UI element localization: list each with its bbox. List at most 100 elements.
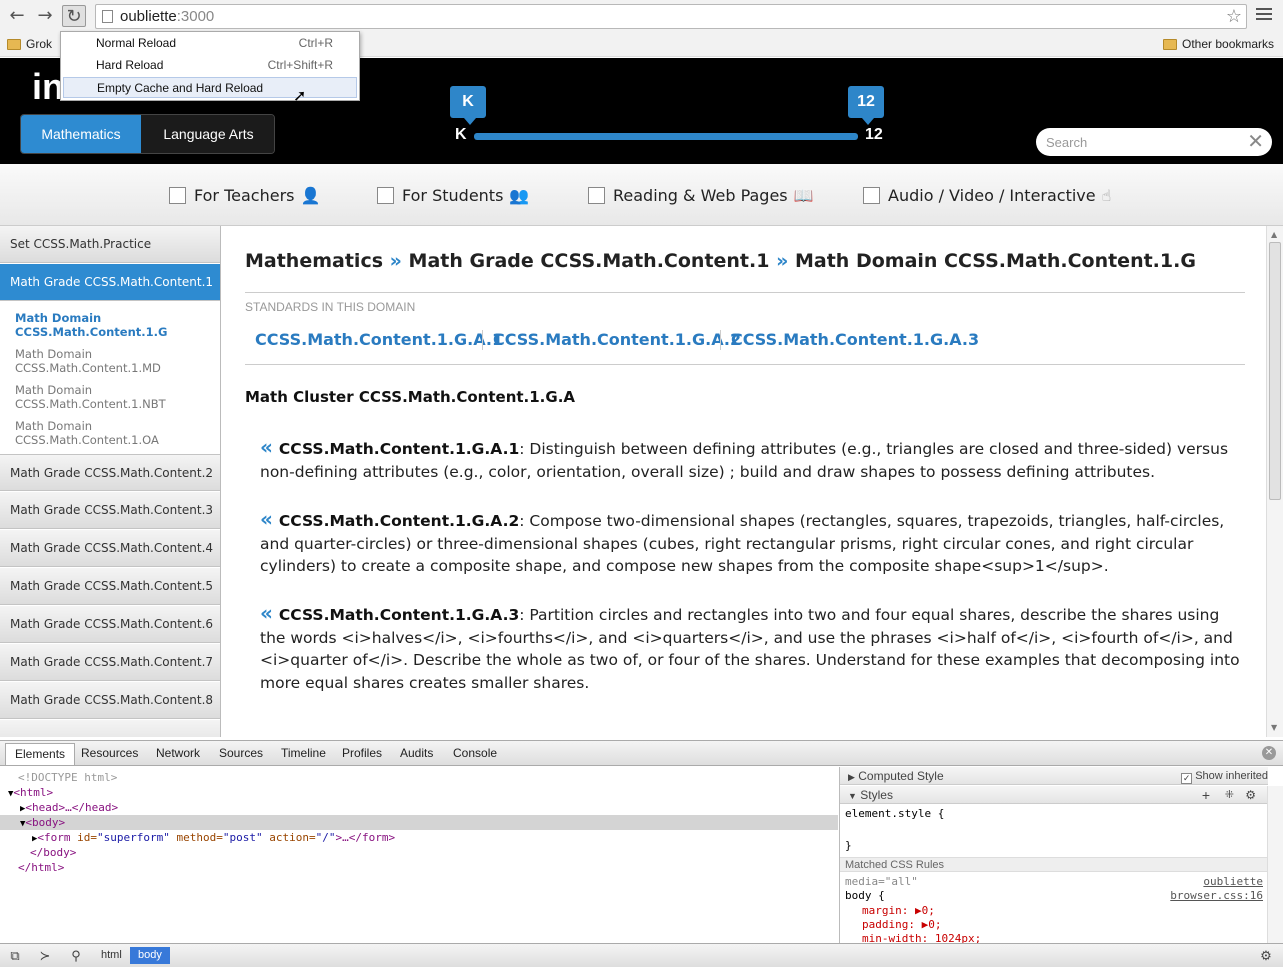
sidebar-item-grade-1[interactable]: Math Grade CCSS.Math.Content.1 xyxy=(0,264,220,301)
chrome-menu-icon[interactable] xyxy=(1256,8,1272,22)
body-rule-selector[interactable]: body { xyxy=(845,889,885,902)
tab-console[interactable]: Console xyxy=(453,746,497,760)
dom-form[interactable]: ▶<form id="superform" method="post" acti… xyxy=(0,830,838,845)
address-bar[interactable]: oubliette:3000 ☆ xyxy=(95,4,1247,29)
matched-rules-header: Matched CSS Rules xyxy=(840,857,1268,872)
breadcrumb-mathematics[interactable]: Mathematics xyxy=(245,250,383,272)
menu-empty-cache-reload[interactable]: Empty Cache and Hard Reload xyxy=(63,77,357,98)
filter-students[interactable]: For Students 👥 xyxy=(377,186,529,206)
folder-icon xyxy=(7,39,21,51)
standard-block-2: «CCSS.Math.Content.1.G.A.2: Compose two-… xyxy=(260,508,1245,578)
grade-min-handle[interactable]: K xyxy=(450,86,486,125)
dock-icon[interactable]: ⧉ xyxy=(6,947,24,964)
scroll-up-icon[interactable]: ▲ xyxy=(1271,230,1277,239)
sidebar-item-more[interactable] xyxy=(0,720,220,737)
breadcrumb-grade[interactable]: Math Grade CCSS.Math.Content.1 xyxy=(409,250,770,272)
checkbox[interactable] xyxy=(377,187,394,204)
breadcrumb-html[interactable]: html xyxy=(93,947,130,964)
gear-icon[interactable]: ⚙ xyxy=(1245,786,1256,804)
menu-hard-reload[interactable]: Hard Reload Ctrl+Shift+R xyxy=(63,55,357,76)
standard-block-1: «CCSS.Math.Content.1.G.A.1: Distinguish … xyxy=(260,436,1245,483)
standard-link-2[interactable]: CCSS.Math.Content.1.G.A.2 xyxy=(493,330,741,349)
sidebar-domain-nbt[interactable]: Math Domain CCSS.Math.Content.1.NBT xyxy=(15,383,166,411)
css-prop-margin[interactable]: margin: ▶0; xyxy=(862,904,935,917)
css-prop-min-width[interactable]: min-width: 1024px; xyxy=(862,932,981,943)
dom-doctype[interactable]: <!DOCTYPE html> xyxy=(0,770,838,785)
styles-header[interactable]: ▼ Styles + ⁜ ⚙ xyxy=(840,786,1268,804)
tab-mathematics[interactable]: Mathematics xyxy=(21,115,141,153)
grade-max-handle[interactable]: 12 xyxy=(848,86,884,125)
element-state-icon[interactable]: ⁜ xyxy=(1225,786,1234,804)
bookmark-other[interactable]: Other bookmarks xyxy=(1163,37,1274,51)
breadcrumb-body[interactable]: body xyxy=(130,947,170,964)
checkbox-checked-icon[interactable]: ✓ xyxy=(1181,773,1193,784)
sidebar-item-grade-2[interactable]: Math Grade CCSS.Math.Content.2 xyxy=(0,454,220,491)
reload-icon[interactable]: ↻ xyxy=(62,5,86,27)
source-link-oubliette[interactable]: oubliette xyxy=(1203,875,1263,888)
bookmark-grok[interactable]: Grok xyxy=(7,37,52,51)
dom-head[interactable]: ▶<head>…</head> xyxy=(0,800,838,815)
scroll-thumb[interactable] xyxy=(1269,242,1281,500)
forward-arrow-icon[interactable]: → xyxy=(33,5,57,27)
tab-resources[interactable]: Resources xyxy=(81,746,138,760)
sidebar-item-practice[interactable]: Set CCSS.Math.Practice xyxy=(0,226,220,263)
sidebar-item-grade-8[interactable]: Math Grade CCSS.Math.Content.8 xyxy=(0,682,220,719)
sidebar-item-grade-7[interactable]: Math Grade CCSS.Math.Content.7 xyxy=(0,644,220,681)
tab-network[interactable]: Network xyxy=(156,746,200,760)
dom-html[interactable]: ▼<html> xyxy=(0,785,838,800)
breadcrumb-separator: » xyxy=(776,250,789,272)
filter-reading[interactable]: Reading & Web Pages 📖 xyxy=(588,186,814,206)
filter-media[interactable]: Audio / Video / Interactive ☝ xyxy=(863,186,1111,206)
element-style-rule[interactable]: element.style { xyxy=(845,807,944,820)
close-devtools-icon[interactable]: ✕ xyxy=(1262,746,1276,760)
styles-scrollbar[interactable] xyxy=(1267,786,1283,943)
page-icon xyxy=(102,10,113,23)
source-link-browser-css[interactable]: browser.css:16 xyxy=(1170,889,1263,902)
grade-track[interactable] xyxy=(474,133,858,140)
page-scrollbar[interactable]: ▲ ▼ xyxy=(1266,226,1283,737)
menu-normal-reload[interactable]: Normal Reload Ctrl+R xyxy=(63,33,357,54)
checkbox[interactable] xyxy=(588,187,605,204)
sidebar-domain-md[interactable]: Math Domain CCSS.Math.Content.1.MD xyxy=(15,347,161,375)
dom-body[interactable]: ▼<body> xyxy=(0,815,838,830)
css-prop-padding[interactable]: padding: ▶0; xyxy=(862,918,941,931)
breadcrumb-separator: » xyxy=(389,250,402,272)
sidebar-domain-g[interactable]: Math Domain CCSS.Math.Content.1.G xyxy=(15,311,167,339)
bookmark-star-icon[interactable]: ☆ xyxy=(1226,6,1242,27)
back-arrow-icon[interactable]: ← xyxy=(5,5,29,27)
search-input[interactable] xyxy=(1046,132,1236,152)
sidebar-item-grade-3[interactable]: Math Grade CCSS.Math.Content.3 xyxy=(0,492,220,529)
checkbox[interactable] xyxy=(863,187,880,204)
scroll-down-icon[interactable]: ▼ xyxy=(1271,723,1277,732)
search-icon[interactable]: ⚲ xyxy=(67,947,85,964)
standard-link-3[interactable]: CCSS.Math.Content.1.G.A.3 xyxy=(731,330,979,349)
tab-profiles[interactable]: Profiles xyxy=(342,746,382,760)
standards-heading: STANDARDS IN THIS DOMAIN xyxy=(245,300,416,314)
standard-link-1[interactable]: CCSS.Math.Content.1.G.A.1 xyxy=(255,330,503,349)
computed-style-header[interactable]: ▶ Computed Style ✓ Show inherited xyxy=(840,767,1268,785)
filter-teachers[interactable]: For Teachers 👤 xyxy=(169,186,320,206)
tab-elements[interactable]: Elements xyxy=(5,743,76,765)
sidebar-domain-oa[interactable]: Math Domain CCSS.Math.Content.1.OA xyxy=(15,419,159,447)
search-box: ✕ xyxy=(1036,128,1272,156)
media-query: media="all" xyxy=(845,875,918,888)
divider xyxy=(482,330,483,350)
dom-body-close[interactable]: </body> xyxy=(0,845,838,860)
sidebar-item-grade-5[interactable]: Math Grade CCSS.Math.Content.5 xyxy=(0,568,220,605)
checkbox[interactable] xyxy=(169,187,186,204)
devtools-status-bar: ⧉ ≻ ⚲ html body ⚙ xyxy=(0,943,1283,967)
console-drawer-icon[interactable]: ≻ xyxy=(36,947,54,964)
clear-search-icon[interactable]: ✕ xyxy=(1247,129,1264,153)
tab-language-arts[interactable]: Language Arts xyxy=(141,115,274,153)
add-rule-icon[interactable]: + xyxy=(1202,786,1210,804)
tab-sources[interactable]: Sources xyxy=(219,746,263,760)
cluster-title: Math Cluster CCSS.Math.Content.1.G.A xyxy=(245,388,575,406)
show-inherited-toggle[interactable]: ✓ Show inherited xyxy=(1181,767,1268,785)
sidebar-item-grade-4[interactable]: Math Grade CCSS.Math.Content.4 xyxy=(0,530,220,567)
tab-audits[interactable]: Audits xyxy=(400,746,433,760)
tab-timeline[interactable]: Timeline xyxy=(281,746,326,760)
teacher-icon: 👤 xyxy=(300,186,321,205)
settings-gear-icon[interactable]: ⚙ xyxy=(1257,947,1275,964)
sidebar-item-grade-6[interactable]: Math Grade CCSS.Math.Content.6 xyxy=(0,606,220,643)
dom-html-close[interactable]: </html> xyxy=(0,860,838,875)
